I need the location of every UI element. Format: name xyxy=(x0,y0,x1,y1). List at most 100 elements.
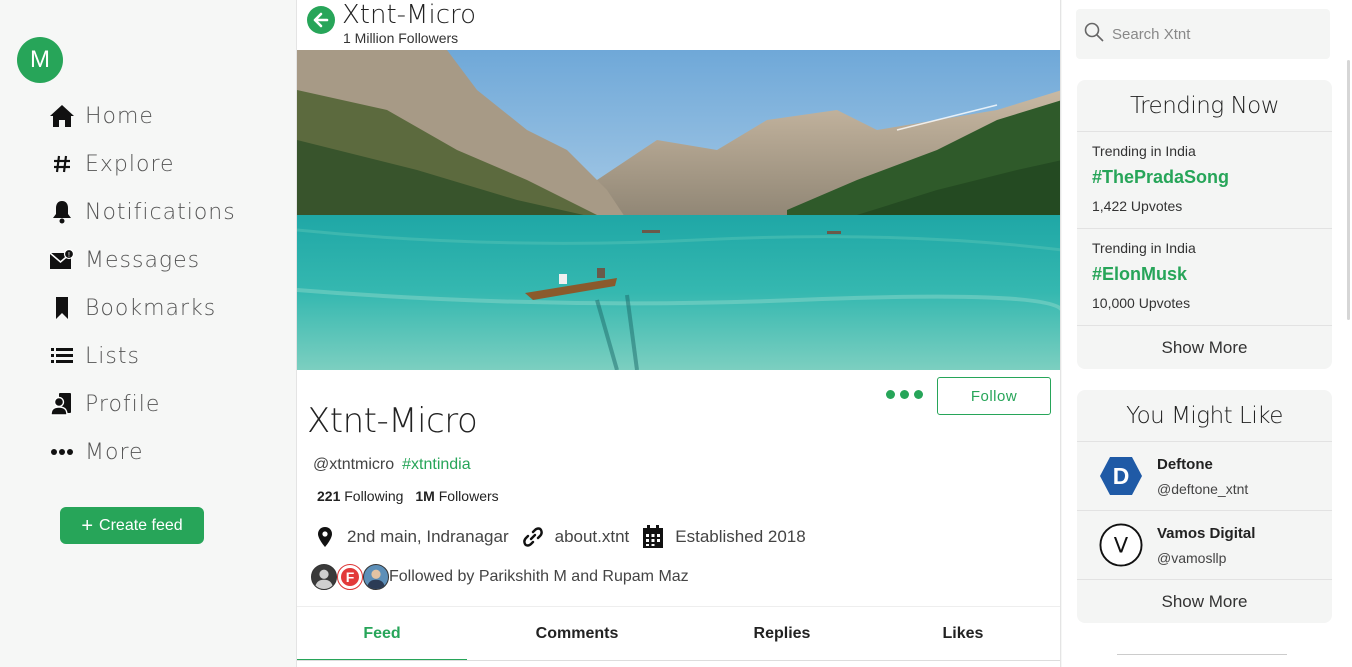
profile-icon xyxy=(48,390,76,418)
follower-avatar[interactable] xyxy=(311,564,337,590)
svg-text:!: ! xyxy=(68,252,70,259)
nav-item-lists[interactable]: Lists xyxy=(48,332,236,380)
user-avatar[interactable]: M xyxy=(17,37,63,83)
follower-avatar[interactable]: F xyxy=(337,564,363,590)
dot-icon xyxy=(900,390,909,399)
arrow-left-icon xyxy=(313,12,329,28)
followed-by-text: Followed by Parikshith M and Rupam Maz xyxy=(389,568,689,585)
profile-main: Xtnt-Micro 1 Million Followers Follow Xt… xyxy=(296,0,1061,667)
trending-title: Trending Now xyxy=(1077,80,1332,132)
trend-category: Trending in India xyxy=(1092,240,1196,256)
nav-item-home[interactable]: Home xyxy=(48,92,236,140)
search-box xyxy=(1076,9,1330,59)
tab-replies[interactable]: Replies xyxy=(687,607,877,661)
trend-votes: 10,000 Upvotes xyxy=(1092,295,1191,311)
nav-label: Notifications xyxy=(85,199,236,225)
cover-image xyxy=(297,50,1060,370)
search-icon xyxy=(1084,22,1104,47)
more-options-button[interactable] xyxy=(882,386,927,403)
suggestions-card: You Might Like D Deftone @deftone_xtnt V… xyxy=(1077,390,1332,623)
nav-item-messages[interactable]: ! Messages xyxy=(48,236,236,284)
tab-feed[interactable]: Feed xyxy=(297,607,467,661)
trending-card: Trending Now Trending in India #ThePrada… xyxy=(1077,80,1332,369)
home-icon xyxy=(48,102,76,130)
follower-avatar[interactable] xyxy=(363,564,389,590)
following-count: 221 xyxy=(317,488,341,504)
suggestions-show-more-button[interactable]: Show More xyxy=(1077,580,1332,623)
profile-handle: @xtntmicro xyxy=(313,456,395,473)
location-pin-icon xyxy=(313,524,337,550)
suggestion-info: Vamos Digital @vamosllp xyxy=(1157,525,1255,566)
profile-location: 2nd main, Indranagar xyxy=(347,527,509,546)
profile-name: Xtnt-Micro xyxy=(307,401,478,441)
calendar-icon xyxy=(641,524,665,550)
deftone-logo-icon: D xyxy=(1099,454,1143,498)
suggestion-handle: @vamosllp xyxy=(1157,549,1227,566)
search-input[interactable] xyxy=(1112,25,1312,43)
nav-item-profile[interactable]: Profile xyxy=(48,380,236,428)
link-icon xyxy=(521,524,545,550)
nav-label: More xyxy=(85,439,144,465)
tab-comments[interactable]: Comments xyxy=(467,607,687,661)
suggestion-name: Vamos Digital xyxy=(1157,524,1256,542)
profile-established: Established 2018 xyxy=(675,527,806,546)
profile-hashtag-link[interactable]: #xtntindia xyxy=(402,456,471,474)
nav-label: Profile xyxy=(85,391,161,417)
trend-tag-link[interactable]: #ElonMusk xyxy=(1092,264,1332,285)
followers-count-link[interactable]: 1M Followers xyxy=(415,488,498,504)
follow-button[interactable]: Follow xyxy=(937,377,1051,415)
trending-show-more-button[interactable]: Show More xyxy=(1077,326,1332,369)
following-label: Following xyxy=(344,488,404,504)
suggestions-title: You Might Like xyxy=(1077,390,1332,442)
suggestion-handle: @deftone_xtnt xyxy=(1157,480,1249,497)
nav-label: Messages xyxy=(85,247,201,273)
nav-item-more[interactable]: More xyxy=(48,428,236,476)
dots-icon xyxy=(48,438,76,466)
profile-tabs: Feed Comments Replies Likes xyxy=(297,606,1060,661)
suggestion-item[interactable]: D Deftone @deftone_xtnt xyxy=(1077,442,1332,511)
trend-item[interactable]: Trending in India #ElonMusk 10,000 Upvot… xyxy=(1077,229,1332,326)
suggestion-info: Deftone @deftone_xtnt xyxy=(1157,456,1248,497)
header-title: Xtnt-Micro xyxy=(342,0,477,30)
profile-handles: @xtntmicro #xtntindia xyxy=(313,456,471,474)
followed-by: F Followed by Parikshith M and Rupam Maz xyxy=(311,564,689,590)
nav-item-explore[interactable]: Explore xyxy=(48,140,236,188)
nav-label: Bookmarks xyxy=(85,295,217,321)
nav-label: Lists xyxy=(85,343,140,369)
trend-votes: 1,422 Upvotes xyxy=(1092,198,1183,214)
follow-counts: 221 Following 1M Followers xyxy=(317,488,499,504)
suggestion-item[interactable]: V Vamos Digital @vamosllp xyxy=(1077,511,1332,580)
right-sidebar: Trending Now Trending in India #ThePrada… xyxy=(1062,0,1352,667)
plus-icon: + xyxy=(81,514,94,537)
divider xyxy=(1117,654,1287,655)
profile-header-bar: Xtnt-Micro 1 Million Followers xyxy=(297,0,1060,50)
following-count-link[interactable]: 221 Following xyxy=(317,488,403,504)
avatar-letter: F xyxy=(341,568,359,586)
create-feed-label: Create feed xyxy=(99,516,183,534)
header-subtitle: 1 Million Followers xyxy=(343,30,459,46)
hash-icon xyxy=(48,150,76,178)
svg-text:V: V xyxy=(1114,533,1129,558)
list-icon xyxy=(48,342,76,370)
nav-label: Explore xyxy=(85,151,175,177)
suggestion-name: Deftone xyxy=(1157,455,1213,473)
nav-item-notifications[interactable]: Notifications xyxy=(48,188,236,236)
dot-icon xyxy=(886,390,895,399)
left-sidebar: M Home Explore Notifications ! Messages xyxy=(0,0,296,667)
tab-likes[interactable]: Likes xyxy=(877,607,1049,661)
scrollbar-thumb[interactable] xyxy=(1347,60,1350,320)
bookmark-icon xyxy=(48,294,76,322)
nav-item-bookmarks[interactable]: Bookmarks xyxy=(48,284,236,332)
bell-icon xyxy=(48,198,76,226)
followers-count: 1M xyxy=(415,488,435,504)
trend-tag-link[interactable]: #ThePradaSong xyxy=(1092,167,1332,188)
back-button[interactable] xyxy=(307,6,335,34)
vamos-logo-icon: V xyxy=(1099,523,1143,567)
create-feed-button[interactable]: + Create feed xyxy=(60,507,204,544)
svg-text:D: D xyxy=(1113,463,1130,489)
profile-website-link[interactable]: about.xtnt xyxy=(555,527,630,547)
divider xyxy=(297,660,1060,661)
main-nav: Home Explore Notifications ! Messages Bo… xyxy=(48,92,236,476)
dot-icon xyxy=(914,390,923,399)
trend-item[interactable]: Trending in India #ThePradaSong 1,422 Up… xyxy=(1077,132,1332,229)
